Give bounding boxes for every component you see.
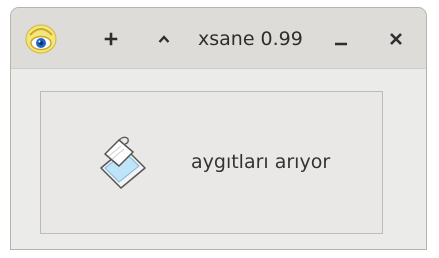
scanner-icon bbox=[95, 134, 153, 192]
close-button[interactable] bbox=[382, 25, 410, 53]
xsane-window: xsane 0.99 aygıtları arıyor bbox=[10, 7, 427, 250]
minimize-button[interactable] bbox=[327, 25, 355, 53]
shade-up-button[interactable] bbox=[150, 25, 178, 53]
plus-button[interactable] bbox=[97, 25, 125, 53]
xsane-eye-icon[interactable] bbox=[24, 22, 58, 56]
title-bar[interactable]: xsane 0.99 bbox=[11, 8, 426, 69]
window-content: aygıtları arıyor bbox=[11, 69, 426, 249]
minimize-icon bbox=[333, 31, 349, 47]
plus-icon bbox=[104, 32, 118, 46]
window-title: xsane 0.99 bbox=[198, 28, 303, 50]
close-icon bbox=[388, 31, 404, 47]
status-text: aygıtları arıyor bbox=[191, 151, 331, 173]
chevron-up-icon bbox=[157, 32, 171, 46]
device-search-panel: aygıtları arıyor bbox=[40, 91, 383, 234]
